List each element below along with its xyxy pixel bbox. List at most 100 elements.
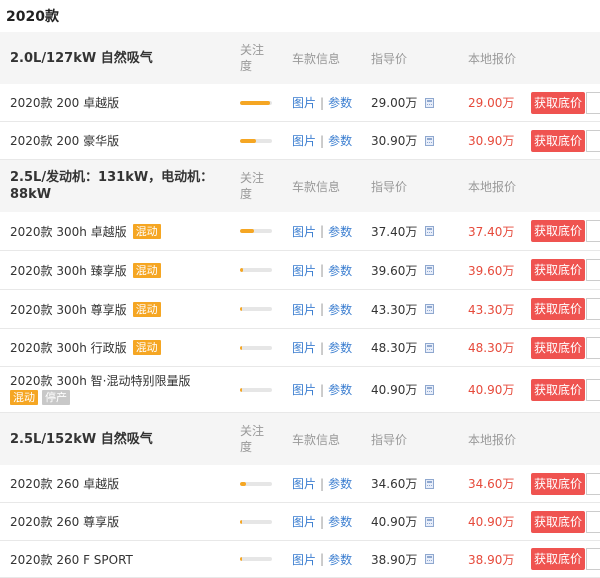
model-name[interactable]: 2020款 260 尊享版 (10, 513, 119, 530)
action-edge-cell (586, 251, 600, 289)
secondary-action-button[interactable] (586, 548, 600, 570)
local-price: 48.30万 (468, 341, 515, 355)
get-lowest-price-button[interactable]: 获取底价 (531, 510, 586, 533)
secondary-action-button[interactable] (586, 259, 600, 281)
attention-bar-fill (240, 268, 243, 272)
column-header-attention: 关注度 (240, 424, 265, 454)
calculator-icon[interactable] (425, 226, 434, 236)
attention-bar (240, 229, 272, 233)
attention-meter (240, 251, 272, 289)
action-edge-cell (586, 465, 600, 502)
secondary-action-button[interactable] (586, 129, 600, 152)
photos-link[interactable]: 图片 (292, 475, 316, 492)
column-header-guide-price: 指导价 (371, 51, 408, 66)
guide-price: 43.30万 (371, 302, 418, 317)
model-name-cell: 2020款 300h 行政版 混动 (10, 329, 230, 366)
column-header-attention: 关注度 (240, 43, 265, 73)
attention-bar (240, 138, 272, 143)
secondary-action-button[interactable] (586, 220, 600, 242)
attention-bar-fill (240, 557, 242, 561)
hybrid-badge: 混动 (132, 301, 161, 317)
table-row: 2020款 260 F SPORT 图片 | 参数 38.90万 38.90万 获取底价 (0, 541, 600, 578)
attention-bar (240, 345, 272, 350)
photos-link[interactable]: 图片 (292, 339, 316, 356)
secondary-action-button[interactable] (586, 472, 600, 495)
hybrid-badge: 混动 (10, 390, 38, 405)
photos-link[interactable]: 图片 (292, 301, 316, 318)
get-lowest-price-button[interactable]: 获取底价 (531, 548, 586, 570)
group-header-row: 2.0L/127kW 自然吸气 关注度 车款信息 指导价 本地报价 (0, 32, 600, 84)
local-price: 40.90万 (468, 515, 515, 529)
calculator-icon[interactable] (425, 135, 434, 146)
model-name[interactable]: 2020款 300h 卓越版 (10, 223, 127, 240)
secondary-action-button[interactable] (586, 378, 600, 401)
table-row: 2020款 200 豪华版 图片 | 参数 30.90万 30.90万 获取底价 (0, 122, 600, 160)
get-lowest-price-button[interactable]: 获取底价 (531, 129, 586, 152)
photos-link[interactable]: 图片 (292, 223, 316, 240)
attention-meter (240, 541, 272, 577)
specs-link[interactable]: 参数 (328, 301, 352, 318)
specs-link[interactable]: 参数 (328, 94, 352, 111)
specs-link[interactable]: 参数 (328, 551, 352, 568)
get-price-cell: 获取底价 (531, 212, 586, 250)
calculator-icon[interactable] (425, 516, 434, 527)
get-price-cell: 获取底价 (531, 541, 586, 577)
calculator-cell (425, 122, 434, 159)
guide-price: 38.90万 (371, 552, 418, 567)
model-name[interactable]: 2020款 260 F SPORT (10, 551, 133, 568)
calculator-cell (425, 329, 434, 366)
get-lowest-price-button[interactable]: 获取底价 (531, 298, 586, 320)
page-title: 2020款 (6, 9, 59, 25)
get-lowest-price-button[interactable]: 获取底价 (531, 220, 586, 242)
model-name[interactable]: 2020款 300h 臻享版 (10, 262, 127, 279)
calculator-icon[interactable] (425, 97, 434, 108)
specs-link[interactable]: 参数 (328, 339, 352, 356)
model-info-links: 图片 | 参数 (292, 503, 352, 540)
specs-link[interactable]: 参数 (328, 262, 352, 279)
model-info-links: 图片 | 参数 (292, 122, 352, 159)
specs-link[interactable]: 参数 (328, 223, 352, 240)
specs-link[interactable]: 参数 (328, 513, 352, 530)
calculator-icon[interactable] (425, 384, 434, 395)
attention-meter (240, 84, 272, 121)
attention-bar-fill (240, 229, 255, 233)
model-name[interactable]: 2020款 260 卓越版 (10, 475, 119, 492)
model-info-links: 图片 | 参数 (292, 541, 352, 577)
specs-link[interactable]: 参数 (328, 381, 352, 398)
model-name[interactable]: 2020款 300h 尊享版 (10, 301, 127, 318)
secondary-action-button[interactable] (586, 336, 600, 359)
photos-link[interactable]: 图片 (292, 513, 316, 530)
table-row: 2020款 200 卓越版 图片 | 参数 29.00万 29.00万 获取底价 (0, 84, 600, 122)
get-lowest-price-button[interactable]: 获取底价 (531, 336, 586, 359)
get-lowest-price-button[interactable]: 获取底价 (531, 91, 586, 114)
secondary-action-button[interactable] (586, 91, 600, 114)
specs-link[interactable]: 参数 (328, 475, 352, 492)
specs-link[interactable]: 参数 (328, 132, 352, 149)
secondary-action-button[interactable] (586, 510, 600, 533)
model-name-cell: 2020款 300h 尊享版 混动 (10, 290, 230, 328)
get-lowest-price-button[interactable]: 获取底价 (531, 472, 586, 495)
calculator-icon[interactable] (425, 342, 434, 353)
calculator-icon[interactable] (425, 478, 434, 489)
photos-link[interactable]: 图片 (292, 262, 316, 279)
photos-link[interactable]: 图片 (292, 381, 316, 398)
photos-link[interactable]: 图片 (292, 132, 316, 149)
model-name[interactable]: 2020款 300h 行政版 (10, 339, 127, 356)
photos-link[interactable]: 图片 (292, 94, 316, 111)
get-lowest-price-button[interactable]: 获取底价 (531, 259, 586, 281)
attention-meter (240, 212, 272, 250)
model-name[interactable]: 2020款 300h 智·混动特别限量版 (10, 374, 191, 389)
get-lowest-price-button[interactable]: 获取底价 (531, 378, 586, 401)
table-row: 2020款 300h 行政版 混动 图片 | 参数 48.30万 48.30万 获取底价 (0, 329, 600, 367)
column-header-guide-price: 指导价 (371, 179, 408, 194)
calculator-icon[interactable] (425, 554, 434, 564)
model-name[interactable]: 2020款 200 豪华版 (10, 132, 119, 149)
get-price-cell: 获取底价 (531, 290, 586, 328)
guide-price: 34.60万 (371, 477, 418, 491)
secondary-action-button[interactable] (586, 298, 600, 320)
get-price-cell: 获取底价 (531, 84, 586, 121)
calculator-icon[interactable] (425, 304, 434, 314)
model-name[interactable]: 2020款 200 卓越版 (10, 94, 119, 111)
photos-link[interactable]: 图片 (292, 551, 316, 568)
calculator-icon[interactable] (425, 265, 434, 275)
